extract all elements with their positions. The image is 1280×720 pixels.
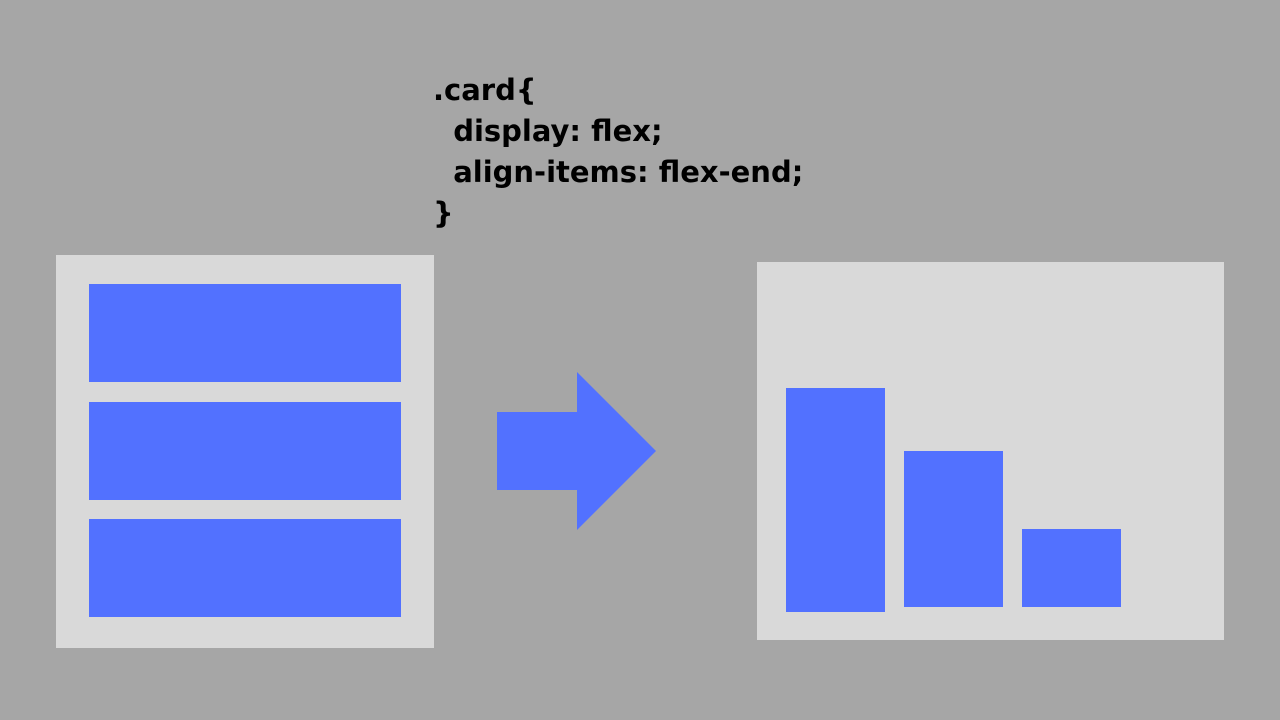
- code-line-close-brace: }: [433, 196, 454, 230]
- card-after-flex-end: [757, 262, 1224, 640]
- flex-item-2: [904, 451, 1003, 607]
- card-item-2: [89, 402, 401, 500]
- code-line-display: display: flex;: [433, 114, 663, 148]
- code-line-selector: .card{: [433, 73, 537, 107]
- right-arrow-icon: [497, 372, 656, 530]
- right-arrow-shape: [497, 372, 656, 530]
- code-line-align-items: align-items: flex-end;: [433, 155, 804, 189]
- flex-item-1: [786, 388, 885, 612]
- card-before-flex: [56, 255, 434, 648]
- flex-item-3: [1022, 529, 1121, 607]
- card-item-3: [89, 519, 401, 617]
- card-item-1: [89, 284, 401, 382]
- css-code-snippet: .card{ display: flex; align-items: flex-…: [433, 70, 803, 234]
